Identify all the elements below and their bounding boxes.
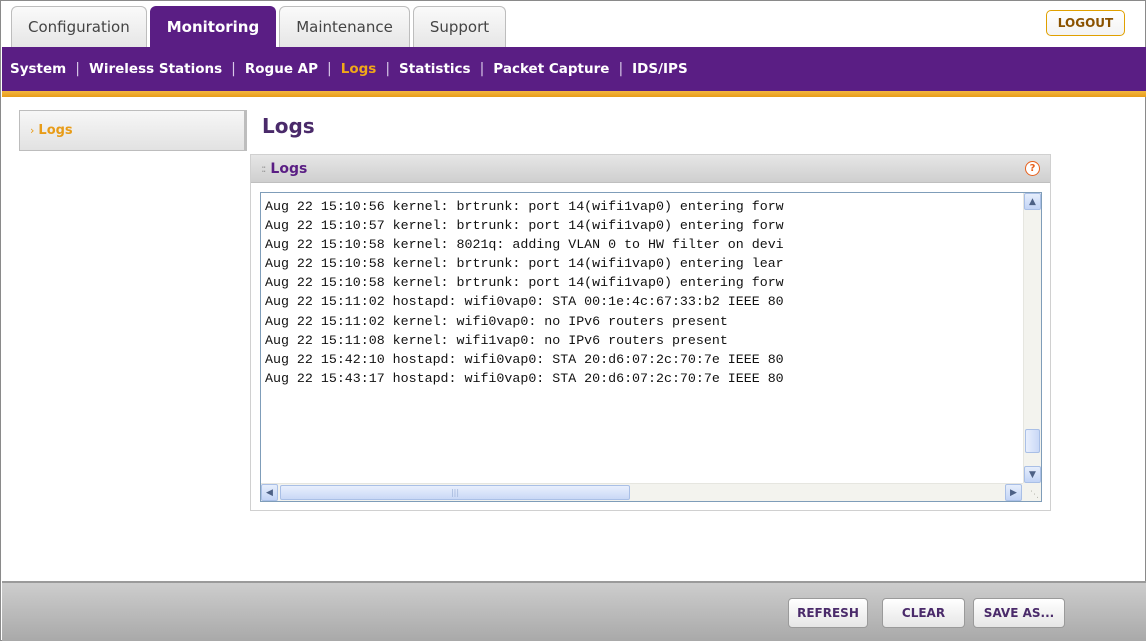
subnav-system[interactable]: System <box>10 61 66 77</box>
vertical-scroll-thumb[interactable] <box>1025 429 1040 453</box>
subnav-logs[interactable]: Logs <box>341 61 377 77</box>
sidebar-item-label: Logs <box>38 123 73 138</box>
subnav-separator: | <box>618 61 624 77</box>
tab-maintenance[interactable]: Maintenance <box>279 6 410 47</box>
logout-button[interactable]: LOGOUT <box>1046 10 1125 36</box>
subnav-rogue-ap[interactable]: Rogue AP <box>245 61 318 77</box>
scroll-up-icon[interactable]: ▲ <box>1024 193 1041 210</box>
drag-grip-icon: :: <box>261 162 267 175</box>
subnav-packet-capture[interactable]: Packet Capture <box>493 61 609 77</box>
tab-support[interactable]: Support <box>412 6 507 47</box>
log-line: Aug 22 15:43:17 hostapd: wifi0vap0: STA … <box>265 370 784 386</box>
refresh-button[interactable]: REFRESH <box>788 598 868 628</box>
subnav-separator: | <box>327 61 332 77</box>
sidebar-item-logs[interactable]: › Logs <box>19 110 247 151</box>
log-line: Aug 22 15:11:02 kernel: wifi0vap0: no IP… <box>265 313 728 329</box>
log-line: Aug 22 15:10:58 kernel: brtrunk: port 14… <box>265 256 784 272</box>
log-line: Aug 22 15:10:57 kernel: brtrunk: port 14… <box>265 218 784 234</box>
resize-grip-icon[interactable]: ⋱ <box>1023 483 1041 501</box>
subnav-separator: | <box>479 61 485 77</box>
accent-divider <box>2 91 1146 97</box>
app-frame: Configuration Monitoring Maintenance Sup… <box>0 0 1146 641</box>
subnav-ids-ips[interactable]: IDS/IPS <box>632 61 688 77</box>
action-bar: REFRESH CLEAR SAVE AS... <box>2 581 1146 641</box>
subnav-separator: | <box>385 61 391 77</box>
log-line: Aug 22 15:11:08 kernel: wifi1vap0: no IP… <box>265 332 728 348</box>
log-content: Aug 22 15:10:56 kernel: brtrunk: port 14… <box>265 197 1023 483</box>
log-line: Aug 22 15:42:10 hostapd: wifi0vap0: STA … <box>265 351 784 367</box>
log-line: Aug 22 15:10:56 kernel: brtrunk: port 14… <box>265 199 784 214</box>
subnav-wireless-stations[interactable]: Wireless Stations <box>89 61 222 77</box>
panel-header: :: Logs ? <box>251 155 1050 183</box>
clear-button[interactable]: CLEAR <box>882 598 965 628</box>
tab-configuration[interactable]: Configuration <box>11 6 147 47</box>
log-line: Aug 22 15:11:02 hostapd: wifi0vap0: STA … <box>265 294 784 310</box>
subnav-separator: | <box>75 61 80 77</box>
horizontal-scroll-thumb[interactable]: ||| <box>280 485 630 500</box>
sub-navigation: System | Wireless Stations | Rogue AP | … <box>2 47 1146 91</box>
horizontal-scrollbar[interactable]: ◀ ||| ▶ <box>261 483 1041 501</box>
vertical-scrollbar[interactable]: ▲ ▼ <box>1023 193 1041 483</box>
main-tabs: Configuration Monitoring Maintenance Sup… <box>11 6 507 47</box>
save-as-button[interactable]: SAVE AS... <box>973 598 1065 628</box>
logs-panel: :: Logs ? Aug 22 15:10:56 kernel: brtrun… <box>250 154 1051 511</box>
scroll-down-icon[interactable]: ▼ <box>1024 466 1041 483</box>
panel-title: Logs <box>270 160 308 177</box>
subnav-separator: | <box>231 61 236 77</box>
log-textarea[interactable]: Aug 22 15:10:56 kernel: brtrunk: port 14… <box>260 192 1042 502</box>
scroll-right-icon[interactable]: ▶ <box>1005 484 1022 501</box>
page-title: Logs <box>262 114 315 138</box>
tab-monitoring[interactable]: Monitoring <box>149 6 277 47</box>
subnav-statistics[interactable]: Statistics <box>399 61 471 77</box>
scroll-left-icon[interactable]: ◀ <box>261 484 278 501</box>
help-icon[interactable]: ? <box>1025 161 1040 176</box>
log-line: Aug 22 15:10:58 kernel: 8021q: adding VL… <box>265 237 784 253</box>
log-line: Aug 22 15:10:58 kernel: brtrunk: port 14… <box>265 275 784 291</box>
chevron-right-icon: › <box>30 124 35 137</box>
